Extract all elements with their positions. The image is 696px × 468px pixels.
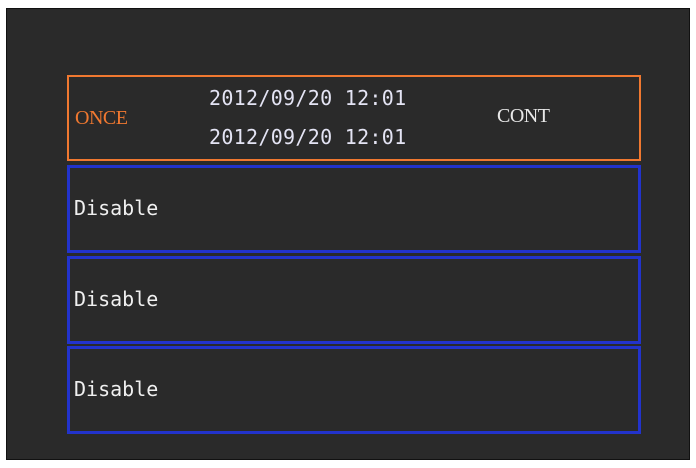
slot-status-label: Disable xyxy=(74,287,159,311)
schedule-row-selected[interactable]: ONCE 2012/09/20 12:01 2012/09/20 12:01 C… xyxy=(67,75,641,161)
schedule-slot-1[interactable]: Disable xyxy=(67,165,641,253)
schedule-slot-2[interactable]: Disable xyxy=(67,256,641,344)
dvr-screen: ONCE 2012/09/20 12:01 2012/09/20 12:01 C… xyxy=(6,8,690,460)
mode-cont-option[interactable]: CONT xyxy=(497,105,550,128)
slot-status-label: Disable xyxy=(74,377,159,401)
end-datetime-field[interactable]: 2012/09/20 12:01 xyxy=(209,125,406,149)
mode-once-option[interactable]: ONCE xyxy=(75,107,128,130)
slot-status-label: Disable xyxy=(74,196,159,220)
schedule-slot-3[interactable]: Disable xyxy=(67,346,641,434)
start-datetime-field[interactable]: 2012/09/20 12:01 xyxy=(209,86,406,110)
